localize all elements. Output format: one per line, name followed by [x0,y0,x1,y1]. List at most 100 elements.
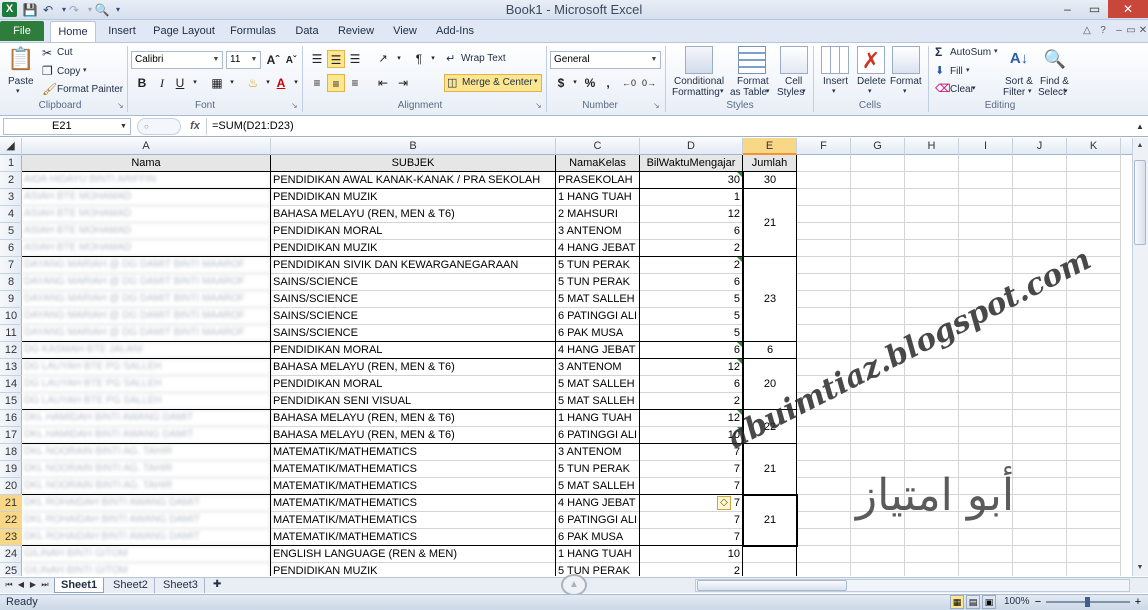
bold-button[interactable]: B [133,74,151,92]
subject-cell[interactable]: PENDIDIKAN SIVIK DAN KEWARGANEGARAAN [271,257,556,274]
column-header-g[interactable]: G [851,138,905,155]
empty-cell[interactable] [905,410,959,427]
cut-button[interactable]: Cut [57,47,73,58]
empty-cell[interactable] [1013,376,1067,393]
insert-cells-button[interactable]: Insert [823,76,848,87]
empty-cell[interactable] [1013,155,1067,172]
class-cell[interactable]: 5 MAT SALLEH [556,376,640,393]
empty-cell[interactable] [1013,410,1067,427]
row-header[interactable]: 17 [0,427,22,444]
format-painter-button[interactable]: Format Painter [57,84,123,95]
conditional-formatting-label-1[interactable]: Conditional [674,76,724,87]
font-name-combo[interactable]: Calibri ▼ [131,51,223,69]
row-header[interactable]: 8 [0,274,22,291]
insert-cells-icon[interactable] [821,46,849,74]
name-cell[interactable]: DKL NOORAIN BINTI AG. TAHIR [22,444,271,461]
empty-cell[interactable] [797,223,851,240]
tab-home[interactable]: Home [50,21,96,42]
hours-cell[interactable]: 30 [640,172,743,189]
formula-input[interactable]: =SUM(D21:D23) [206,118,1130,135]
jumlah-cell[interactable]: 23 [743,256,797,342]
empty-cell[interactable] [851,308,905,325]
empty-cell[interactable] [959,240,1013,257]
hours-cell[interactable]: 7 [640,512,743,529]
clear-icon[interactable]: ⌫ [935,82,951,95]
empty-cell[interactable] [1013,359,1067,376]
copy-dropdown-icon[interactable]: ▾ [83,66,87,74]
font-launcher-icon[interactable]: ↘ [291,101,300,110]
column-header-e[interactable]: E [743,138,797,155]
row-header[interactable]: 16 [0,410,22,427]
row-header[interactable]: 6 [0,240,22,257]
name-box[interactable]: E21 [3,118,131,135]
increase-decimal-icon[interactable]: ←0 [620,74,638,92]
class-cell[interactable]: 5 MAT SALLEH [556,478,640,495]
subject-cell[interactable]: MATEMATIK/MATHEMATICS [271,529,556,546]
hours-cell[interactable]: 2 [640,257,743,274]
empty-cell[interactable] [905,223,959,240]
scroll-up-icon[interactable]: ▲ [1134,140,1146,152]
scroll-up-arrow-icon[interactable]: ▲ [561,574,587,596]
middle-align-icon[interactable]: ☰ [327,50,345,68]
hours-cell[interactable]: 2 [640,563,743,576]
text-direction-dropdown-icon[interactable]: ▾ [424,50,442,68]
alignment-launcher-icon[interactable]: ↘ [535,101,544,110]
name-cell[interactable]: DAYANG MARIAH @ DG DAMIT BINTI MAAROF [22,274,271,291]
empty-cell[interactable] [1067,359,1121,376]
subject-cell[interactable]: PENDIDIKAN SENI VISUAL [271,393,556,410]
hours-cell[interactable]: 7 [640,529,743,546]
scroll-down-icon[interactable]: ▼ [1134,562,1146,574]
subject-cell[interactable]: BAHASA MELAYU (REN, MEN & T6) [271,427,556,444]
subject-cell[interactable]: ENGLISH LANGUAGE (REN & MEN) [271,546,556,563]
hours-cell[interactable]: 6 [640,274,743,291]
empty-cell[interactable] [743,563,797,576]
column-header-d[interactable]: D [640,138,743,155]
vertical-scroll-thumb[interactable] [1134,160,1146,245]
name-cell[interactable]: DG KASMAH BTE JALANI [22,342,271,359]
empty-cell[interactable] [851,563,905,576]
select-all-corner[interactable]: ◢ [0,138,22,155]
delete-cells-icon[interactable]: ✗ [857,46,885,74]
hours-cell[interactable]: 6 [640,342,743,359]
paste-button[interactable]: Paste [8,76,34,87]
empty-cell[interactable] [797,325,851,342]
name-cell[interactable]: DG LAUYAH BTE PG SALLEH [22,393,271,410]
empty-cell[interactable] [905,172,959,189]
empty-cell[interactable] [1067,342,1121,359]
row-header[interactable]: 5 [0,223,22,240]
row-header[interactable]: 1 [0,155,22,172]
name-cell[interactable]: DAYANG MARIAH @ DG DAMIT BINTI MAAROF [22,291,271,308]
empty-cell[interactable] [797,274,851,291]
subject-cell[interactable]: SAINS/SCIENCE [271,325,556,342]
hours-cell[interactable]: 5 [640,291,743,308]
find-select-label-2[interactable]: Select [1038,87,1066,98]
horizontal-scroll-thumb[interactable] [697,580,847,591]
empty-cell[interactable] [905,189,959,206]
find-select-label-1[interactable]: Find & [1040,76,1069,87]
empty-cell[interactable] [797,257,851,274]
empty-cell[interactable] [905,274,959,291]
zoom-level[interactable]: 100% [1004,595,1030,609]
empty-cell[interactable] [905,393,959,410]
empty-cell[interactable] [959,393,1013,410]
hours-cell[interactable]: 2 [640,240,743,257]
name-cell[interactable]: DKL NOORAIN BINTI AG. TAHIR [22,478,271,495]
format-cells-icon[interactable] [892,46,920,74]
orientation-dropdown-icon[interactable]: ▾ [390,50,408,68]
empty-cell[interactable] [905,563,959,576]
tab-review[interactable]: Review [332,21,380,42]
row-header[interactable]: 22 [0,512,22,529]
decrease-decimal-icon[interactable]: 0→ [640,74,658,92]
subject-cell[interactable]: MATEMATIK/MATHEMATICS [271,461,556,478]
conditional-formatting-label-2[interactable]: Formatting [672,87,720,98]
name-cell[interactable]: ASIAH BTE MOHAMAD [22,206,271,223]
delete-dropdown-icon[interactable]: ▾ [868,87,872,95]
zoom-out-icon[interactable]: − [1032,595,1044,609]
borders-dropdown-icon[interactable]: ▾ [223,74,241,92]
empty-cell[interactable] [959,172,1013,189]
number-launcher-icon[interactable]: ↘ [653,101,662,110]
increase-indent-icon[interactable]: ⇥ [394,74,412,92]
header-cell-c[interactable]: NamaKelas [556,155,640,172]
insert-dropdown-icon[interactable]: ▾ [832,87,836,95]
expand-formula-bar-icon[interactable]: ▲ [1134,118,1146,135]
